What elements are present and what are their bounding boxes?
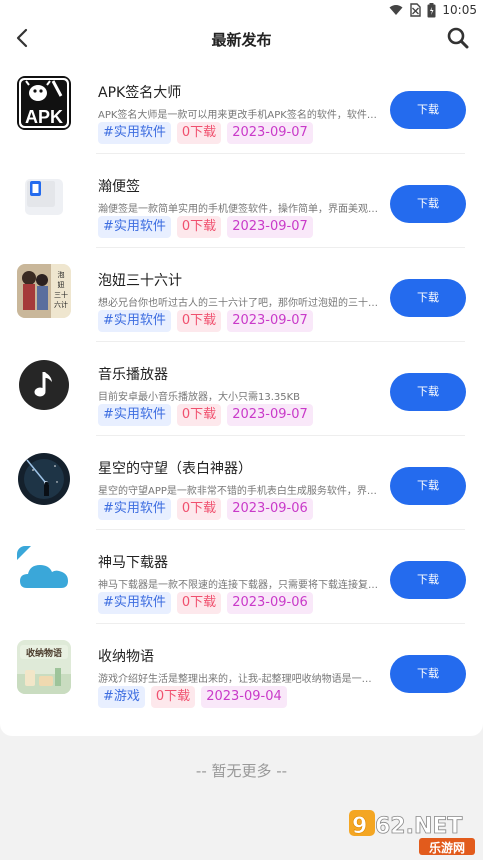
release-date-badge: 2023-09-07 bbox=[227, 310, 313, 332]
download-count-badge: 0下载 bbox=[176, 404, 222, 426]
app-tags: #实用软件 0下载 2023-09-07 bbox=[98, 310, 313, 332]
download-button[interactable]: 下载 bbox=[390, 467, 466, 505]
status-time: 10:05 bbox=[442, 3, 477, 17]
app-list-item[interactable]: APK APK签名大师 APK签名大师是一款可以用来更改手机APK签名的软件，软… bbox=[0, 60, 483, 154]
wifi-icon bbox=[389, 4, 403, 16]
app-list-item[interactable]: 收纳物语 收纳物语 游戏介绍好生活是整理出来的，让我-起整理吧收纳物语是一款休闲… bbox=[0, 624, 483, 718]
svg-text:APK: APK bbox=[25, 107, 63, 127]
app-tags: #实用软件 0下载 2023-09-06 bbox=[98, 498, 313, 520]
download-count-badge: 0下载 bbox=[176, 216, 222, 238]
app-list-item[interactable]: 神马下载器 神马下载器是一款不限速的连接下载器，只需要将下载连接复制进来 #实用… bbox=[0, 530, 483, 624]
svg-text:9: 9 bbox=[352, 814, 367, 839]
release-date-badge: 2023-09-04 bbox=[201, 686, 287, 708]
release-date-badge: 2023-09-07 bbox=[227, 404, 313, 426]
svg-text:泡: 泡 bbox=[58, 270, 65, 279]
download-button[interactable]: 下载 bbox=[390, 185, 466, 223]
app-tags: #实用软件 0下载 2023-09-07 bbox=[98, 216, 313, 238]
app-name: 星空的守望（表白神器） bbox=[98, 461, 252, 477]
app-description: 目前安卓最小音乐播放器，大小只需13.35KB bbox=[98, 392, 301, 403]
app-description: 星空的守望APP是一款非常不错的手机表白生成服务软件，界面清新 bbox=[98, 486, 381, 497]
memo-icon bbox=[17, 170, 71, 224]
release-date-badge: 2023-09-06 bbox=[227, 592, 313, 614]
app-description: 神马下载器是一款不限速的连接下载器，只需要将下载连接复制进来 bbox=[98, 580, 381, 591]
app-tags: #实用软件 0下载 2023-09-07 bbox=[98, 404, 313, 426]
site-watermark-logo: 9 62.NET 乐游网 bbox=[349, 808, 477, 856]
apk-sign-icon: APK bbox=[17, 76, 71, 130]
app-tags: #游戏 0下载 2023-09-04 bbox=[98, 686, 287, 708]
download-count-badge: 0下载 bbox=[176, 122, 222, 144]
svg-text:收纳物语: 收纳物语 bbox=[26, 647, 62, 659]
app-name: APK签名大师 bbox=[98, 85, 182, 101]
release-date-badge: 2023-09-07 bbox=[227, 122, 313, 144]
category-tag[interactable]: #实用软件 bbox=[98, 404, 171, 426]
battery-icon bbox=[427, 2, 436, 18]
svg-text:三十: 三十 bbox=[54, 290, 68, 299]
app-description: APK签名大师是一款可以用来更改手机APK签名的软件，软件功能强大 bbox=[98, 110, 381, 121]
book-cover-icon: 泡妞三十 六计 bbox=[17, 264, 71, 318]
app-description: 想必兄台你也听过古人的三十六计了吧，那你听过泡妞的三十六计吗 bbox=[98, 298, 381, 309]
svg-text:62.NET: 62.NET bbox=[375, 814, 462, 839]
download-button[interactable]: 下载 bbox=[390, 655, 466, 693]
svg-text:乐游网: 乐游网 bbox=[429, 840, 465, 855]
app-list-card: APK APK签名大师 APK签名大师是一款可以用来更改手机APK签名的软件，软… bbox=[0, 60, 483, 736]
release-date-badge: 2023-09-07 bbox=[227, 216, 313, 238]
search-icon bbox=[447, 27, 469, 53]
no-more-footer: -- 暂无更多 -- bbox=[195, 762, 288, 780]
app-list-item[interactable]: 泡妞三十 六计 泡妞三十六计 想必兄台你也听过古人的三十六计了吧，那你听过泡妞的三… bbox=[0, 248, 483, 342]
app-name: 泡妞三十六计 bbox=[98, 273, 182, 289]
page-title: 最新发布 bbox=[211, 31, 272, 49]
category-tag[interactable]: #实用软件 bbox=[98, 310, 171, 332]
no-sim-icon bbox=[409, 3, 422, 17]
download-button[interactable]: 下载 bbox=[390, 279, 466, 317]
category-tag[interactable]: #实用软件 bbox=[98, 122, 171, 144]
starry-sky-icon bbox=[17, 452, 71, 506]
category-tag[interactable]: #实用软件 bbox=[98, 592, 171, 614]
category-tag[interactable]: #实用软件 bbox=[98, 498, 171, 520]
nav-bar: 最新发布 bbox=[0, 20, 483, 60]
app-name: 收纳物语 bbox=[98, 649, 154, 665]
svg-text:妞: 妞 bbox=[58, 280, 65, 289]
download-count-badge: 0下载 bbox=[176, 498, 222, 520]
download-count-badge: 0下载 bbox=[176, 592, 222, 614]
app-name: 神马下载器 bbox=[98, 555, 168, 571]
download-count-badge: 0下载 bbox=[150, 686, 196, 708]
release-date-badge: 2023-09-06 bbox=[227, 498, 313, 520]
app-tags: #实用软件 0下载 2023-09-07 bbox=[98, 122, 313, 144]
app-tags: #实用软件 0下载 2023-09-06 bbox=[98, 592, 313, 614]
status-bar: 10:05 bbox=[0, 0, 483, 20]
app-list-item[interactable]: 音乐播放器 目前安卓最小音乐播放器，大小只需13.35KB #实用软件 0下载 … bbox=[0, 342, 483, 436]
download-button[interactable]: 下载 bbox=[390, 561, 466, 599]
cloud-icon bbox=[17, 546, 71, 600]
download-button[interactable]: 下载 bbox=[390, 373, 466, 411]
app-list-item[interactable]: 瀚便签 瀚便签是一款简单实用的手机便签软件，操作简单，界面美观大方 #实用软件 … bbox=[0, 154, 483, 248]
search-button[interactable] bbox=[445, 26, 471, 54]
app-description: 游戏介绍好生活是整理出来的，让我-起整理吧收纳物语是一款休闲游戏 bbox=[98, 674, 381, 685]
app-list-item[interactable]: 星空的守望（表白神器） 星空的守望APP是一款非常不错的手机表白生成服务软件，界… bbox=[0, 436, 483, 530]
download-count-badge: 0下载 bbox=[176, 310, 222, 332]
storage-story-icon: 收纳物语 bbox=[17, 640, 71, 694]
music-note-icon bbox=[17, 358, 71, 412]
category-tag[interactable]: #游戏 bbox=[98, 686, 145, 708]
app-name: 瀚便签 bbox=[98, 179, 140, 195]
download-button[interactable]: 下载 bbox=[390, 91, 466, 129]
svg-text:六计: 六计 bbox=[54, 300, 68, 309]
app-name: 音乐播放器 bbox=[98, 367, 168, 383]
app-description: 瀚便签是一款简单实用的手机便签软件，操作简单，界面美观大方 bbox=[98, 204, 381, 215]
status-icons: 10:05 bbox=[389, 2, 477, 18]
category-tag[interactable]: #实用软件 bbox=[98, 216, 171, 238]
